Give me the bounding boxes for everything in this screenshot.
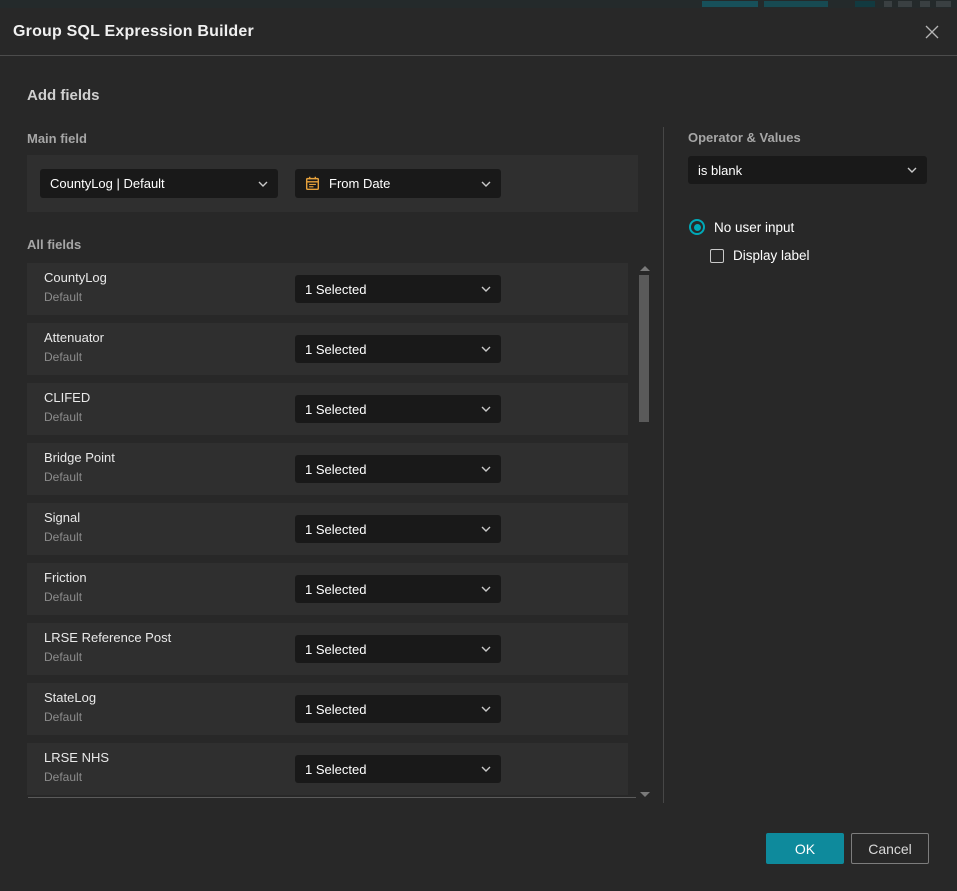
- chevron-down-icon: [481, 526, 491, 532]
- main-date-field-select[interactable]: From Date: [295, 169, 501, 198]
- field-name: Signal: [44, 510, 80, 525]
- scroll-up-icon[interactable]: [640, 266, 650, 271]
- chevron-down-icon: [481, 466, 491, 472]
- no-user-input-radio[interactable]: No user input: [689, 219, 794, 235]
- cancel-button[interactable]: Cancel: [851, 833, 929, 864]
- field-selected-value: 1 Selected: [305, 522, 473, 537]
- field-sublabel: Default: [44, 650, 82, 664]
- main-date-field-select-value: From Date: [329, 176, 473, 191]
- main-layer-select[interactable]: CountyLog | Default: [40, 169, 278, 198]
- field-row[interactable]: CountyLog Default 1 Selected: [27, 263, 628, 315]
- radio-selected-icon: [689, 219, 705, 235]
- chevron-down-icon: [481, 586, 491, 592]
- field-selected-dropdown[interactable]: 1 Selected: [295, 335, 501, 363]
- field-selected-dropdown[interactable]: 1 Selected: [295, 755, 501, 783]
- chevron-down-icon: [481, 286, 491, 292]
- field-name: LRSE Reference Post: [44, 630, 171, 645]
- field-selected-value: 1 Selected: [305, 462, 473, 477]
- background-artifact: [702, 1, 758, 7]
- all-fields-label: All fields: [27, 237, 81, 252]
- background-artifact: [764, 1, 828, 7]
- display-label-label: Display label: [733, 248, 810, 263]
- background-artifact: [855, 1, 875, 7]
- clipped-row-edge: [28, 797, 636, 798]
- scrollbar-thumb[interactable]: [639, 275, 649, 422]
- field-sublabel: Default: [44, 470, 82, 484]
- scroll-down-icon[interactable]: [640, 792, 650, 797]
- field-sublabel: Default: [44, 710, 82, 724]
- operator-values-label: Operator & Values: [688, 130, 801, 145]
- field-sublabel: Default: [44, 410, 82, 424]
- field-name: StateLog: [44, 690, 96, 705]
- field-sublabel: Default: [44, 350, 82, 364]
- background-artifact: [920, 1, 930, 7]
- field-name: Bridge Point: [44, 450, 115, 465]
- chevron-down-icon: [907, 167, 917, 173]
- field-sublabel: Default: [44, 770, 82, 784]
- background-app-strip: [0, 0, 957, 8]
- field-selected-dropdown[interactable]: 1 Selected: [295, 395, 501, 423]
- field-row[interactable]: Signal Default 1 Selected: [27, 503, 628, 555]
- field-name: LRSE NHS: [44, 750, 109, 765]
- field-selected-value: 1 Selected: [305, 642, 473, 657]
- field-row[interactable]: CLIFED Default 1 Selected: [27, 383, 628, 435]
- panel-divider: [663, 127, 664, 803]
- no-user-input-label: No user input: [714, 220, 794, 235]
- dialog-titlebar: Group SQL Expression Builder: [0, 8, 957, 56]
- field-row[interactable]: LRSE NHS Default 1 Selected: [27, 743, 628, 795]
- field-name: Attenuator: [44, 330, 104, 345]
- chevron-down-icon: [481, 766, 491, 772]
- field-selected-dropdown[interactable]: 1 Selected: [295, 695, 501, 723]
- background-artifact: [884, 1, 892, 7]
- field-selected-dropdown[interactable]: 1 Selected: [295, 635, 501, 663]
- field-selected-dropdown[interactable]: 1 Selected: [295, 575, 501, 603]
- field-name: CountyLog: [44, 270, 107, 285]
- checkbox-unchecked-icon: [710, 249, 724, 263]
- screen: Group SQL Expression Builder Add fields …: [0, 0, 957, 891]
- main-layer-select-value: CountyLog | Default: [50, 176, 250, 191]
- field-sublabel: Default: [44, 290, 82, 304]
- background-artifact: [936, 1, 951, 7]
- main-field-panel: CountyLog | Default From Date: [27, 155, 638, 212]
- main-field-label: Main field: [27, 131, 87, 146]
- field-sublabel: Default: [44, 590, 82, 604]
- chevron-down-icon: [481, 406, 491, 412]
- group-sql-expression-builder-dialog: Group SQL Expression Builder Add fields …: [0, 8, 957, 891]
- field-row[interactable]: Bridge Point Default 1 Selected: [27, 443, 628, 495]
- ok-button[interactable]: OK: [766, 833, 844, 864]
- all-fields-list: CountyLog Default 1 Selected Attenuator …: [27, 263, 628, 797]
- field-row[interactable]: LRSE Reference Post Default 1 Selected: [27, 623, 628, 675]
- field-sublabel: Default: [44, 530, 82, 544]
- calendar-icon: [305, 176, 320, 191]
- background-artifact: [898, 1, 912, 7]
- field-selected-dropdown[interactable]: 1 Selected: [295, 515, 501, 543]
- chevron-down-icon: [258, 181, 268, 187]
- field-selected-value: 1 Selected: [305, 702, 473, 717]
- field-row[interactable]: StateLog Default 1 Selected: [27, 683, 628, 735]
- chevron-down-icon: [481, 646, 491, 652]
- field-selected-dropdown[interactable]: 1 Selected: [295, 275, 501, 303]
- field-selected-value: 1 Selected: [305, 342, 473, 357]
- operator-select[interactable]: is blank: [688, 156, 927, 184]
- field-selected-value: 1 Selected: [305, 402, 473, 417]
- add-fields-heading: Add fields: [27, 87, 100, 104]
- field-selected-value: 1 Selected: [305, 762, 473, 777]
- field-selected-dropdown[interactable]: 1 Selected: [295, 455, 501, 483]
- close-icon[interactable]: [920, 20, 944, 44]
- chevron-down-icon: [481, 706, 491, 712]
- field-row[interactable]: Friction Default 1 Selected: [27, 563, 628, 615]
- operator-select-value: is blank: [698, 163, 899, 178]
- display-label-checkbox[interactable]: Display label: [710, 248, 810, 263]
- field-row[interactable]: Attenuator Default 1 Selected: [27, 323, 628, 375]
- field-name: Friction: [44, 570, 87, 585]
- field-selected-value: 1 Selected: [305, 582, 473, 597]
- field-selected-value: 1 Selected: [305, 282, 473, 297]
- chevron-down-icon: [481, 181, 491, 187]
- dialog-title: Group SQL Expression Builder: [13, 8, 254, 56]
- field-name: CLIFED: [44, 390, 90, 405]
- chevron-down-icon: [481, 346, 491, 352]
